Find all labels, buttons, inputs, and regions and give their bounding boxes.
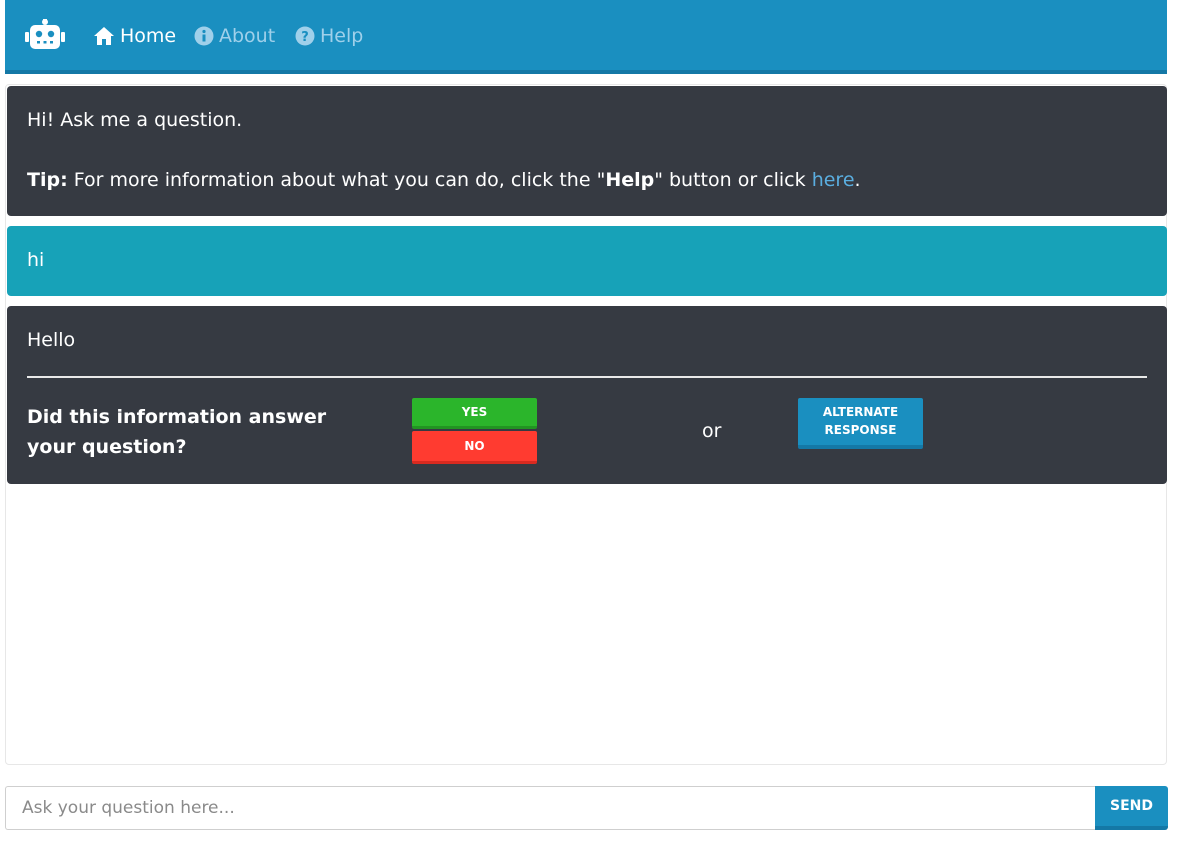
- user-message-text: hi: [27, 249, 45, 271]
- question-input[interactable]: [5, 786, 1095, 830]
- greeting-text: Hi! Ask me a question.: [27, 109, 243, 131]
- feedback-question: Did this information answer your questio…: [27, 406, 327, 458]
- alternate-response-button[interactable]: ALTERNATE RESPONSE: [798, 398, 923, 449]
- bot-reply-message: Hello Did this information answer your q…: [7, 306, 1167, 484]
- user-message: hi: [7, 226, 1167, 296]
- tip-text: Tip: For more information about what you…: [27, 169, 861, 191]
- send-button[interactable]: SEND: [1095, 786, 1168, 830]
- robot-logo-icon[interactable]: [25, 19, 65, 51]
- divider: [27, 376, 1147, 378]
- tip-end: .: [854, 169, 861, 191]
- no-button[interactable]: NO: [412, 431, 537, 464]
- bot-welcome-message: Hi! Ask me a question. Tip: For more inf…: [7, 86, 1167, 216]
- nav-about[interactable]: About: [194, 23, 275, 49]
- tip-label: Tip:: [27, 169, 68, 191]
- or-text: or: [702, 420, 722, 442]
- help-icon: ?: [295, 26, 315, 46]
- help-here-link[interactable]: here: [812, 169, 855, 191]
- question-input-row: SEND: [5, 786, 1168, 830]
- yes-button[interactable]: YES: [412, 398, 537, 429]
- tip-text-part2: " button or click: [654, 169, 812, 191]
- nav-help[interactable]: ? Help: [295, 23, 363, 49]
- bot-reply-text: Hello: [27, 329, 76, 351]
- nav-home[interactable]: Home: [93, 23, 176, 49]
- nav-about-label: About: [219, 25, 276, 47]
- tip-help-bold: Help: [605, 169, 655, 191]
- nav-home-label: Home: [120, 25, 177, 47]
- nav-help-label: Help: [320, 25, 364, 47]
- home-icon: [94, 27, 114, 45]
- navbar: Home About ? Help: [5, 0, 1167, 74]
- tip-text-part1: For more information about what you can …: [73, 169, 606, 191]
- info-icon: [194, 26, 214, 46]
- svg-text:?: ?: [301, 30, 309, 45]
